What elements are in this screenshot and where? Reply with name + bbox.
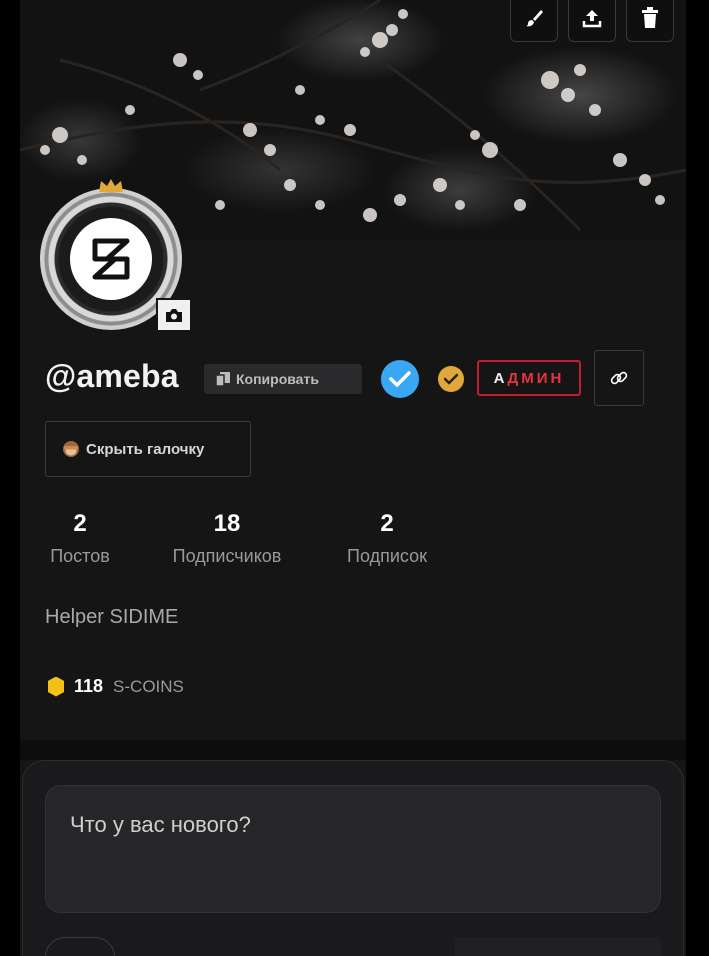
camera-icon (166, 308, 182, 322)
stat-posts-label: Постов (50, 546, 110, 566)
compose-submit-button[interactable] (455, 937, 661, 956)
hide-checkmark-button[interactable]: Скрыть галочку (45, 421, 251, 477)
admin-badge: А Д МИН (477, 360, 581, 396)
stat-followers-value: 18 (213, 510, 241, 537)
monkey-icon (63, 441, 79, 457)
coins-value: 118 (74, 676, 104, 696)
profile-bio: Helper SIDIME (45, 606, 179, 628)
compose-input[interactable]: Что у вас нового? (45, 785, 661, 913)
stat-following-value: 2 (380, 510, 394, 537)
edit-cover-button[interactable] (510, 0, 558, 42)
coin-icon (48, 676, 64, 697)
avatar[interactable] (40, 179, 192, 332)
delete-cover-button[interactable] (626, 0, 674, 42)
stat-followers[interactable]: 18 Подписчиков (160, 510, 294, 567)
change-avatar-button[interactable] (156, 298, 192, 332)
section-divider (20, 740, 686, 760)
stat-followers-label: Подписчиков (172, 546, 282, 566)
copy-username-button[interactable]: Копировать (204, 364, 362, 394)
profile-page: @ameba Копировать А Д МИН Скрыть галочку… (0, 0, 709, 956)
stat-posts-value: 2 (73, 510, 87, 537)
admin-badge-letter-a: А (493, 369, 508, 387)
copy-button-label: Копировать (236, 371, 319, 387)
copy-link-button[interactable] (594, 350, 644, 406)
compose-card: Что у вас нового? (22, 760, 684, 956)
stat-posts[interactable]: 2 Постов (45, 510, 115, 567)
gold-check-icon (444, 373, 458, 385)
brush-icon (526, 10, 543, 27)
stat-following[interactable]: 2 Подписок (338, 510, 436, 567)
upload-icon (582, 10, 602, 28)
avatar-logo (70, 218, 152, 300)
hide-checkmark-label: Скрыть галочку (86, 440, 205, 458)
admin-badge-letter-d: Д (507, 369, 522, 387)
compose-placeholder: Что у вас нового? (70, 812, 251, 837)
verified-check-icon (389, 371, 411, 387)
coins-unit: S-COINS (113, 676, 184, 696)
trash-icon (642, 7, 658, 28)
link-icon (610, 371, 628, 385)
verified-badge (381, 360, 419, 398)
copy-icon (216, 372, 230, 386)
profile-frame: @ameba Копировать А Д МИН Скрыть галочку… (20, 0, 686, 956)
crown-icon (99, 179, 123, 192)
compose-attach-button[interactable] (45, 937, 115, 956)
upload-cover-button[interactable] (568, 0, 616, 42)
coins-balance: 118 S-COINS (48, 676, 184, 697)
username: @ameba (45, 358, 179, 394)
stat-following-label: Подписок (347, 546, 427, 566)
gold-badge (438, 366, 464, 392)
admin-badge-rest: МИН (521, 369, 565, 387)
